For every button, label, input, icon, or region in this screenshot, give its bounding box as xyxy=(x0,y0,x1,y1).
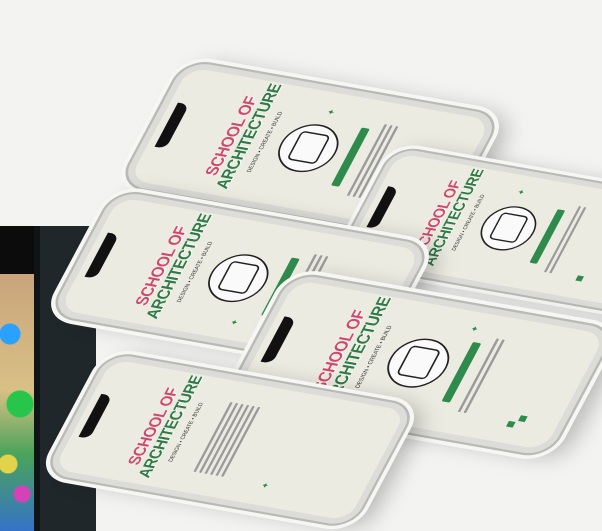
sparkle-icon: ✦ xyxy=(515,188,528,196)
sparkle-icon: ✦ xyxy=(259,481,273,490)
phone-notch xyxy=(260,316,297,364)
phone-notch xyxy=(154,102,190,149)
building-illustration xyxy=(471,202,546,255)
tape-character-illustration xyxy=(377,334,460,393)
sparkle-icon: ✦ xyxy=(325,108,339,117)
panel-top-block xyxy=(0,226,34,274)
mockup-scene: SCHOOL OF ARCHITECTURE DESIGN • CREATE •… xyxy=(0,0,602,531)
panel-edge xyxy=(34,226,40,531)
pixel-decoration xyxy=(518,415,528,423)
sparkle-icon: ✦ xyxy=(228,318,242,327)
yarn-ball-illustration xyxy=(268,119,349,177)
box-character-illustration xyxy=(198,249,279,307)
pixel-decoration xyxy=(505,420,516,428)
phone-notch xyxy=(84,232,120,279)
pixel-decoration xyxy=(575,275,584,282)
sparkle-icon: ✦ xyxy=(468,324,483,334)
phone-notch xyxy=(366,186,399,229)
colorful-artwork-strip xyxy=(0,274,34,531)
text-lines xyxy=(190,401,263,477)
phone-notch xyxy=(78,393,113,439)
